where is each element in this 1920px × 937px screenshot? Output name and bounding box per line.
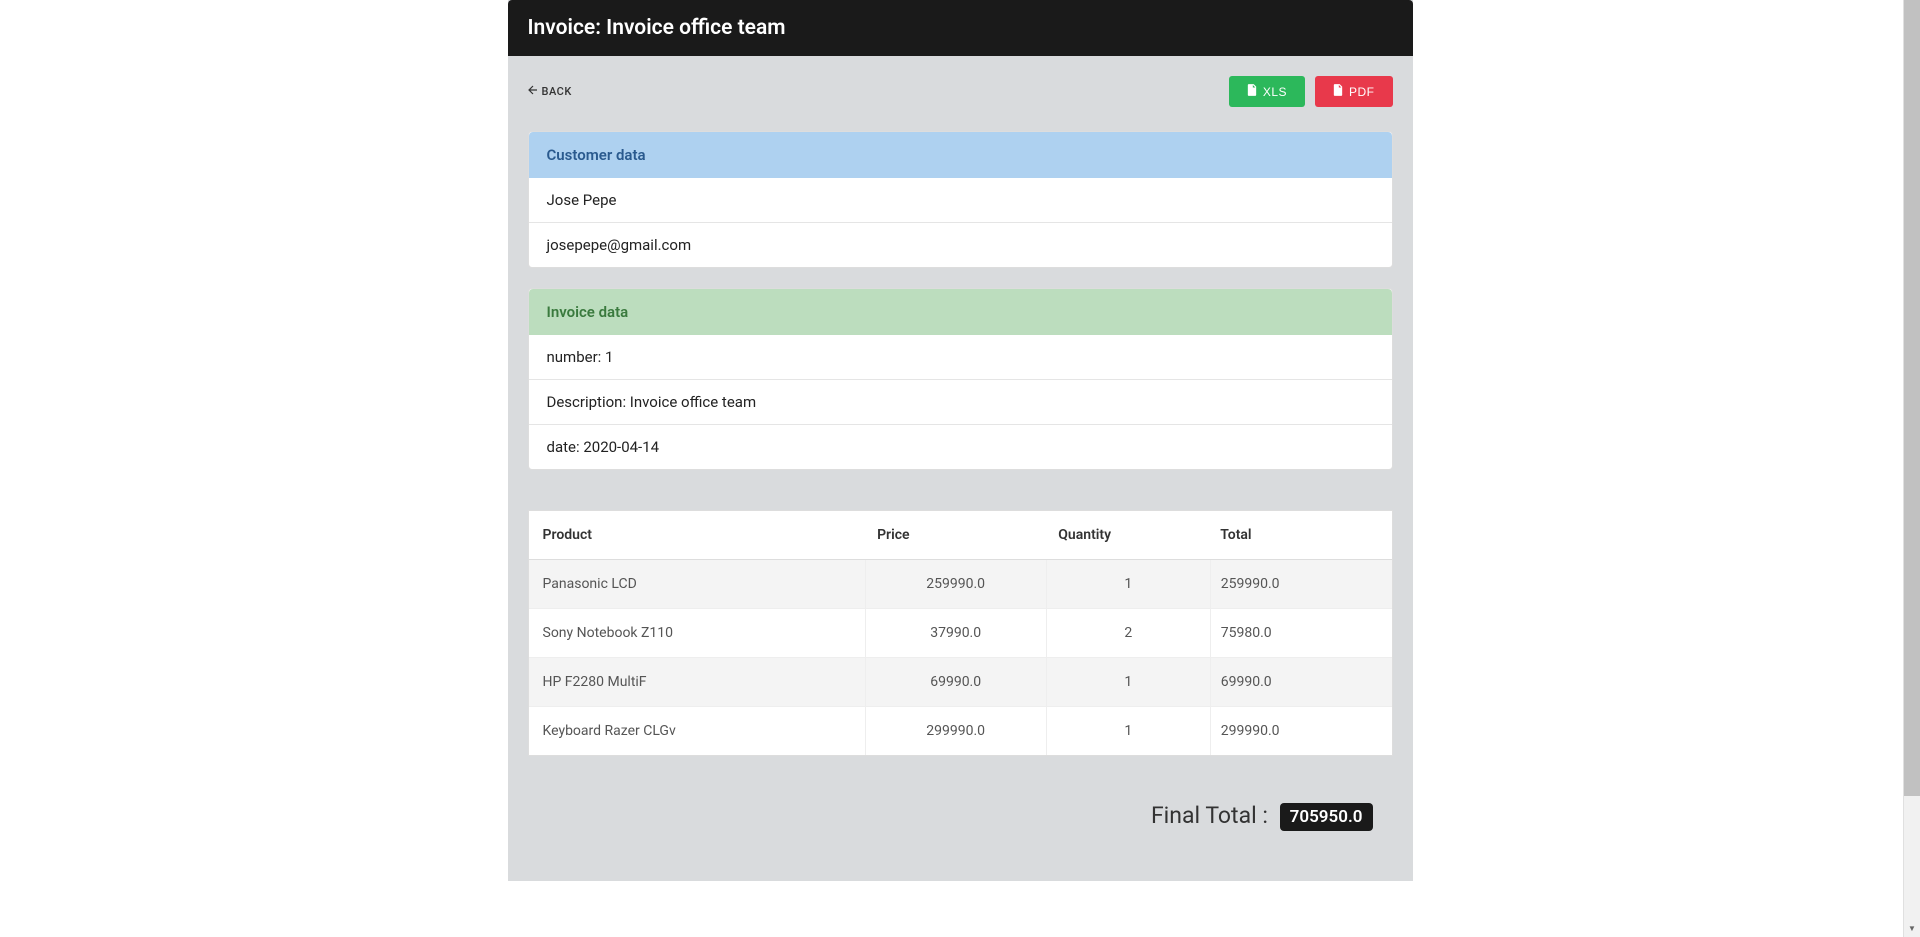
toolbar: BACK XLS PDF: [528, 76, 1393, 107]
page-header: Invoice: Invoice office team: [508, 0, 1413, 56]
cell-total: 75980.0: [1210, 609, 1391, 658]
cell-product: HP F2280 MultiF: [529, 658, 866, 707]
cell-quantity: 1: [1046, 560, 1210, 609]
invoice-description: Description: Invoice office team: [529, 379, 1392, 424]
cell-total: 69990.0: [1210, 658, 1391, 707]
export-xls-label: XLS: [1263, 85, 1287, 99]
back-label: BACK: [542, 85, 572, 98]
cell-price: 299990.0: [865, 707, 1046, 756]
table-row: Sony Notebook Z11037990.0275980.0: [529, 609, 1392, 658]
scrollbar-thumb[interactable]: [1904, 0, 1920, 796]
cell-total: 299990.0: [1210, 707, 1391, 756]
customer-panel-header: Customer data: [529, 132, 1392, 178]
invoice-number: number: 1: [529, 335, 1392, 379]
invoice-panel-header: Invoice data: [529, 289, 1392, 335]
customer-email: josepepe@gmail.com: [529, 222, 1392, 267]
file-pdf-icon: [1333, 84, 1343, 99]
file-xls-icon: [1247, 84, 1257, 99]
col-header-product: Product: [529, 511, 866, 560]
final-total-label: Final Total :: [1151, 802, 1268, 829]
scrollbar[interactable]: ▲ ▼: [1903, 0, 1920, 937]
cell-price: 259990.0: [865, 560, 1046, 609]
customer-panel: Customer data Jose Pepe josepepe@gmail.c…: [528, 131, 1393, 268]
cell-product: Keyboard Razer CLGv: [529, 707, 866, 756]
arrow-left-icon: [528, 85, 538, 98]
export-pdf-button[interactable]: PDF: [1315, 76, 1393, 107]
cell-price: 37990.0: [865, 609, 1046, 658]
final-total-value: 705950.0: [1280, 803, 1373, 831]
export-pdf-label: PDF: [1349, 85, 1375, 99]
items-table: Product Price Quantity Total Panasonic L…: [529, 511, 1392, 755]
cell-product: Panasonic LCD: [529, 560, 866, 609]
cell-quantity: 2: [1046, 609, 1210, 658]
table-row: HP F2280 MultiF69990.0169990.0: [529, 658, 1392, 707]
scroll-down-icon[interactable]: ▼: [1904, 920, 1920, 937]
final-total: Final Total : 705950.0: [528, 786, 1393, 861]
cell-price: 69990.0: [865, 658, 1046, 707]
cell-quantity: 1: [1046, 707, 1210, 756]
table-row: Panasonic LCD259990.01259990.0: [529, 560, 1392, 609]
customer-name: Jose Pepe: [529, 178, 1392, 222]
col-header-total: Total: [1210, 511, 1391, 560]
page-title: Invoice: Invoice office team: [528, 16, 1393, 40]
table-row: Keyboard Razer CLGv299990.01299990.0: [529, 707, 1392, 756]
invoice-date: date: 2020-04-14: [529, 424, 1392, 469]
items-table-wrapper: Product Price Quantity Total Panasonic L…: [528, 510, 1393, 756]
cell-total: 259990.0: [1210, 560, 1391, 609]
cell-product: Sony Notebook Z110: [529, 609, 866, 658]
col-header-quantity: Quantity: [1046, 511, 1210, 560]
invoice-panel: Invoice data number: 1 Description: Invo…: [528, 288, 1393, 470]
col-header-price: Price: [865, 511, 1046, 560]
export-buttons: XLS PDF: [1229, 76, 1393, 107]
export-xls-button[interactable]: XLS: [1229, 76, 1305, 107]
back-button[interactable]: BACK: [528, 85, 572, 98]
cell-quantity: 1: [1046, 658, 1210, 707]
